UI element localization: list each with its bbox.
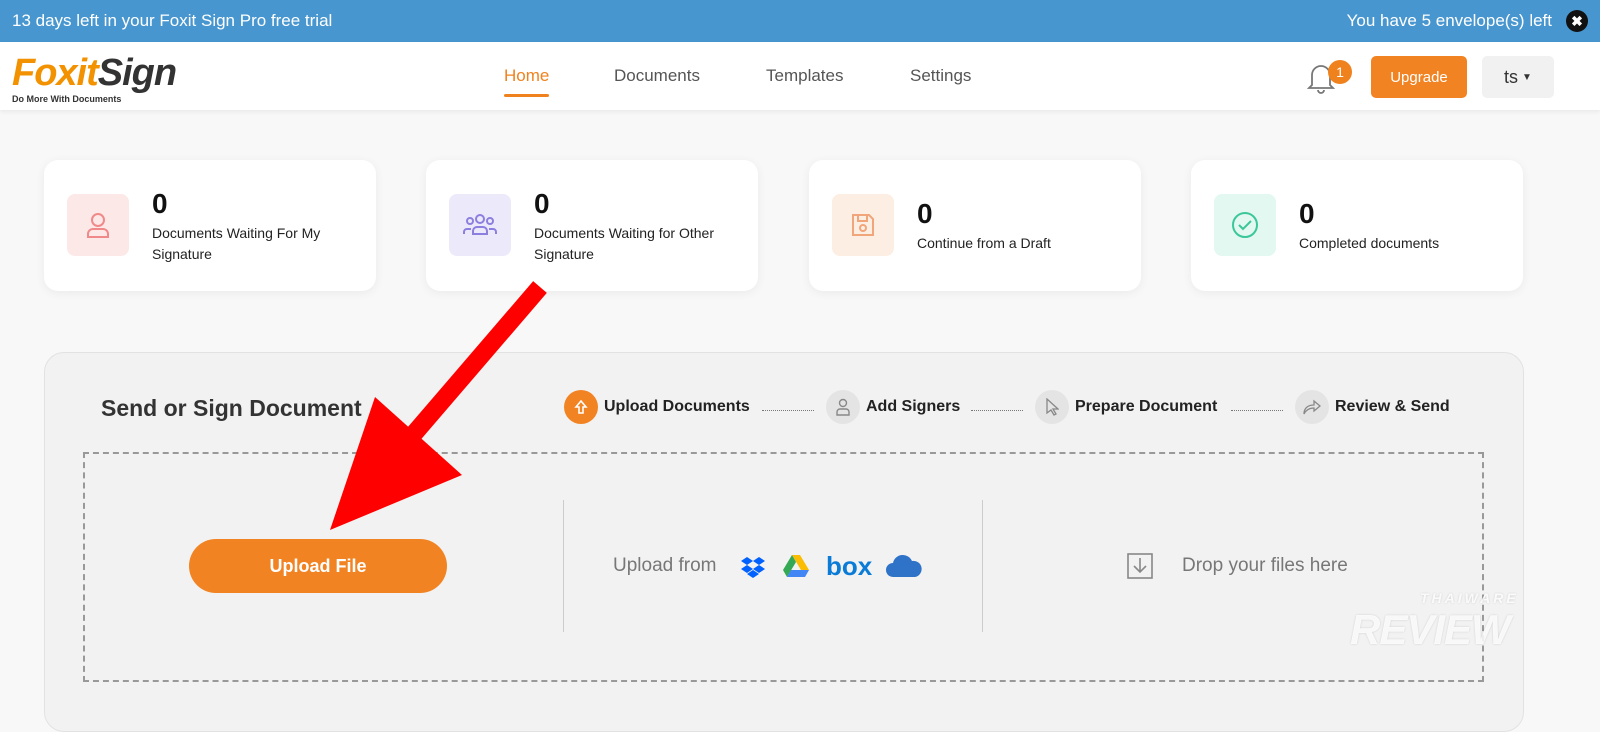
stat-count: 0	[152, 188, 168, 219]
stat-label: Documents Waiting for Other Signature	[534, 225, 714, 262]
step-connector	[971, 410, 1023, 411]
top-nav: FoxitSign Do More With Documents Home Do…	[0, 42, 1600, 110]
envelopes-left: You have 5 envelope(s) left	[1346, 11, 1552, 30]
stat-count: 0	[1299, 198, 1315, 229]
upgrade-button[interactable]: Upgrade	[1371, 56, 1467, 98]
user-initials: ts	[1504, 66, 1519, 87]
stat-count: 0	[534, 188, 550, 219]
stat-card-waiting-me[interactable]: 0 Documents Waiting For My Signature	[44, 160, 376, 291]
nav-home[interactable]: Home	[504, 66, 550, 97]
step-add-signers: Add Signers	[826, 390, 960, 424]
download-tray-icon	[1127, 553, 1153, 579]
stat-label: Documents Waiting For My Signature	[152, 225, 321, 262]
step-label: Add Signers	[866, 398, 961, 415]
thaiware-watermark: THAIWARE REVIEW	[1350, 590, 1519, 653]
logo-tagline: Do More With Documents	[12, 94, 122, 104]
step-connector	[762, 410, 814, 411]
stat-card-completed[interactable]: 0 Completed documents	[1191, 160, 1523, 291]
upload-arrow-icon	[564, 390, 598, 424]
logo-sign: Sign	[97, 52, 177, 94]
divider	[563, 500, 564, 632]
step-label: Upload Documents	[604, 398, 750, 415]
stat-count: 0	[917, 198, 933, 229]
caret-down-icon: ▼	[1522, 71, 1532, 83]
save-icon	[832, 194, 894, 256]
stat-label: Completed documents	[1299, 235, 1440, 251]
upload-file-button[interactable]: Upload File	[189, 539, 447, 593]
divider	[982, 500, 983, 632]
step-label: Review & Send	[1335, 398, 1450, 415]
upload-from-label: Upload from	[613, 555, 717, 576]
check-circle-icon	[1214, 194, 1276, 256]
notification-badge: 1	[1328, 60, 1352, 84]
google-drive-icon[interactable]	[783, 555, 809, 577]
onedrive-icon[interactable]	[885, 553, 923, 579]
trial-banner: 13 days left in your Foxit Sign Pro free…	[0, 0, 1600, 42]
user-menu[interactable]: ts ▼	[1482, 56, 1554, 98]
stat-card-waiting-others[interactable]: 0 Documents Waiting for Other Signature	[426, 160, 758, 291]
cursor-icon	[1035, 390, 1069, 424]
red-arrow-annotation	[330, 281, 547, 530]
step-review: Review & Send	[1295, 390, 1450, 424]
stat-label: Continue from a Draft	[917, 235, 1051, 251]
nav-documents[interactable]: Documents	[614, 66, 700, 86]
drop-files-label: Drop your files here	[1182, 555, 1348, 576]
step-prepare: Prepare Document	[1035, 390, 1217, 424]
logo-foxit: Foxit	[12, 52, 99, 94]
nav-settings[interactable]: Settings	[910, 66, 971, 86]
box-icon[interactable]: box	[826, 551, 872, 582]
user-icon	[826, 390, 860, 424]
step-label: Prepare Document	[1075, 398, 1218, 415]
user-icon	[67, 194, 129, 256]
stat-card-drafts[interactable]: 0 Continue from a Draft	[809, 160, 1141, 291]
trial-text: 13 days left in your Foxit Sign Pro free…	[12, 11, 333, 30]
step-upload: Upload Documents	[564, 390, 750, 424]
close-banner-icon[interactable]: ✖	[1566, 10, 1588, 32]
step-connector	[1231, 410, 1283, 411]
share-arrow-icon	[1295, 390, 1329, 424]
users-group-icon	[449, 194, 511, 256]
foxit-sign-logo[interactable]: FoxitSign Do More With Documents	[12, 52, 177, 104]
dropbox-icon[interactable]	[741, 554, 765, 578]
nav-templates[interactable]: Templates	[766, 66, 843, 86]
